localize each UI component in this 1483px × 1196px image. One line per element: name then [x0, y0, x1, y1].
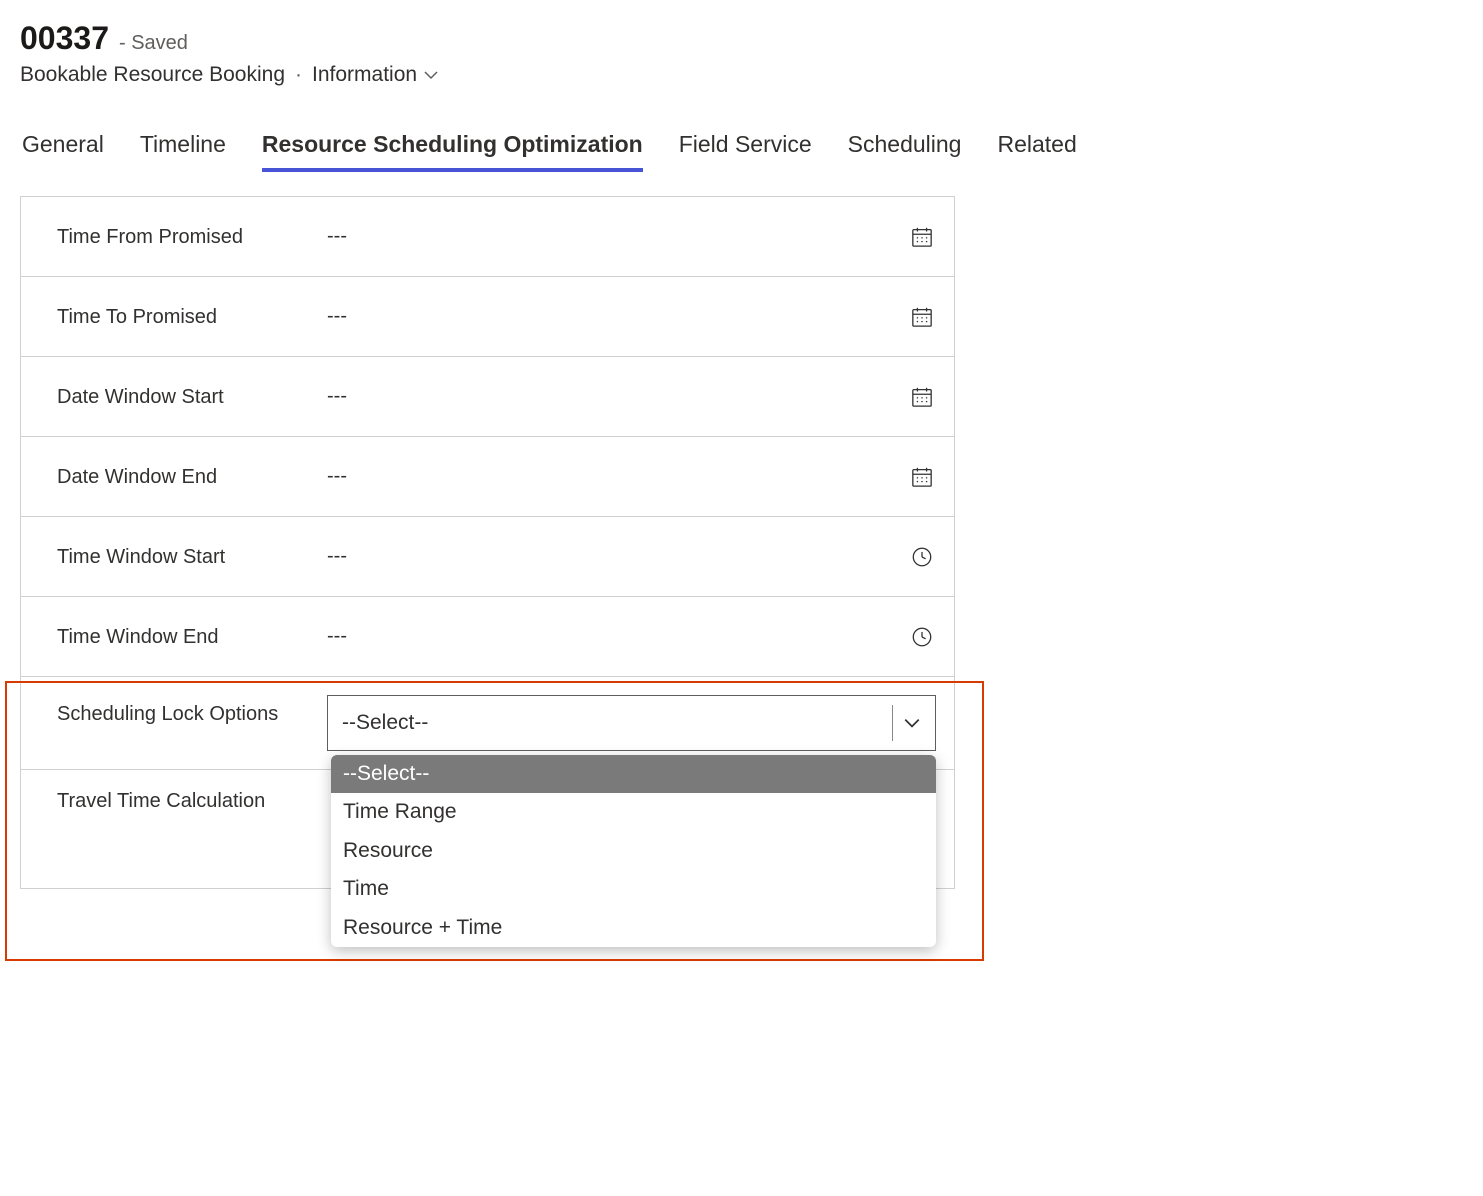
field-scheduling-lock-options: Scheduling Lock Options --Select-- --Sel… — [21, 677, 954, 770]
entity-name: Bookable Resource Booking — [20, 63, 285, 87]
tab-bar: General Timeline Resource Scheduling Opt… — [20, 131, 1483, 172]
chevron-down-icon — [423, 67, 439, 83]
tab-field-service[interactable]: Field Service — [679, 131, 812, 172]
field-time-window-end[interactable]: Time Window End --- — [21, 597, 954, 677]
dropdown-option-resource-time[interactable]: Resource + Time — [331, 909, 936, 947]
calendar-icon[interactable] — [908, 226, 936, 248]
field-label: Scheduling Lock Options — [57, 695, 327, 727]
field-date-window-end[interactable]: Date Window End --- — [21, 437, 954, 517]
dropdown-option-resource[interactable]: Resource — [331, 832, 936, 870]
divider — [892, 705, 893, 741]
tab-related[interactable]: Related — [997, 131, 1076, 172]
clock-icon[interactable] — [908, 546, 936, 568]
scheduling-lock-select[interactable]: --Select-- — [327, 695, 936, 751]
tab-general[interactable]: General — [22, 131, 104, 172]
tab-resource-scheduling-optimization[interactable]: Resource Scheduling Optimization — [262, 131, 643, 172]
scheduling-lock-dropdown: --Select-- Time Range Resource Time Reso… — [331, 755, 936, 947]
tab-scheduling[interactable]: Scheduling — [848, 131, 962, 172]
form-name: Information — [312, 63, 417, 87]
form-selector[interactable]: Information — [312, 63, 439, 87]
field-value: --- — [327, 305, 748, 328]
dropdown-option-select[interactable]: --Select-- — [331, 755, 936, 793]
field-time-from-promised[interactable]: Time From Promised --- — [21, 197, 954, 277]
field-label: Time Window End — [57, 624, 327, 650]
saved-state: - Saved — [119, 32, 188, 55]
field-time-to-promised[interactable]: Time To Promised --- — [21, 277, 954, 357]
record-id: 00337 — [20, 20, 109, 57]
field-label: Date Window Start — [57, 384, 327, 410]
calendar-icon[interactable] — [908, 306, 936, 328]
select-placeholder: --Select-- — [342, 711, 428, 735]
dropdown-option-time[interactable]: Time — [331, 870, 936, 908]
field-label: Date Window End — [57, 464, 327, 490]
field-value: --- — [327, 625, 908, 648]
field-label: Time Window Start — [57, 544, 327, 570]
field-value: --- — [327, 385, 908, 408]
separator-dot: · — [295, 63, 302, 87]
field-label: Time From Promised — [57, 224, 327, 250]
field-time-window-start[interactable]: Time Window Start --- — [21, 517, 954, 597]
field-label: Travel Time Calculation — [57, 788, 327, 814]
field-date-window-start[interactable]: Date Window Start --- — [21, 357, 954, 437]
calendar-icon[interactable] — [908, 466, 936, 488]
field-label: Time To Promised — [57, 304, 327, 330]
field-value: --- — [327, 545, 908, 568]
dropdown-option-time-range[interactable]: Time Range — [331, 793, 936, 831]
chevron-down-icon — [903, 714, 921, 732]
clock-icon[interactable] — [908, 626, 936, 648]
field-value: --- — [327, 465, 908, 488]
field-value: --- — [327, 225, 748, 248]
calendar-icon[interactable] — [908, 386, 936, 408]
form-panel: Time From Promised --- Time To Promised … — [20, 196, 955, 889]
tab-timeline[interactable]: Timeline — [140, 131, 226, 172]
